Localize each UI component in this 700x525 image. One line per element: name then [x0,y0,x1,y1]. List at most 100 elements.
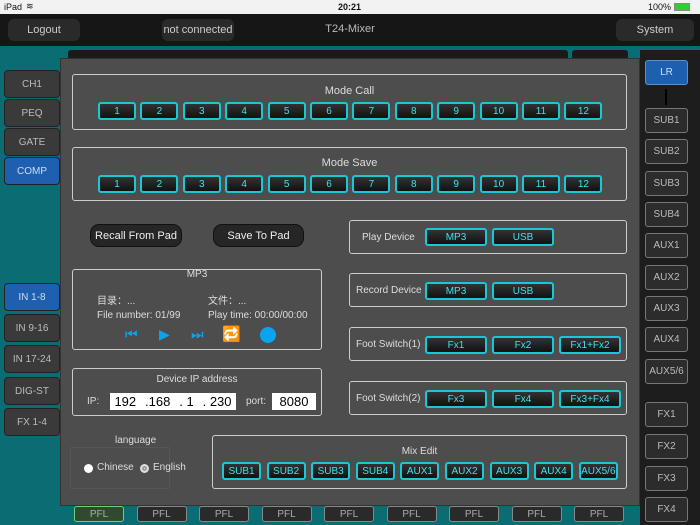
right-nav-sub2[interactable]: SUB2 [645,139,688,164]
nav-in-1-8[interactable]: IN 1-8 [4,283,60,311]
mode-call-button-4[interactable]: 4 [225,102,264,120]
record-device-button-usb[interactable]: USB [492,282,554,300]
mode-save-button-11[interactable]: 11 [522,175,560,193]
mix-edit-button-aux5-6[interactable]: AUX5/6 [578,462,618,480]
mode-call-button-1[interactable]: 1 [98,102,136,120]
mode-save-title: Mode Save [321,157,378,169]
repeat-icon[interactable]: 🔁 [222,325,241,343]
foot2-button-fx3-fx4[interactable]: Fx3+Fx4 [559,390,621,408]
system-button[interactable]: System [616,19,694,41]
mode-save-button-6[interactable]: 6 [310,175,348,193]
mix-edit-button-aux3[interactable]: AUX3 [489,462,529,480]
recall-from-pad-button[interactable]: Recall From Pad [90,224,182,247]
port-input[interactable]: 8080 [272,393,316,410]
mix-edit-button-sub1[interactable]: SUB1 [222,462,261,480]
mode-save-button-1[interactable]: 1 [98,175,136,193]
pfl-button[interactable]: PFL [261,506,312,522]
right-nav-aux4[interactable]: AUX4 [645,327,688,352]
right-nav-fx3[interactable]: FX3 [645,466,688,491]
record-device-button-mp3[interactable]: MP3 [425,282,487,300]
foot1-button-fx1-fx2[interactable]: Fx1+Fx2 [559,336,621,354]
status-bar: iPad ≋ 20:21 100% [0,0,700,14]
right-nav-sub4[interactable]: SUB4 [645,202,688,227]
mode-save-button-7[interactable]: 7 [352,175,391,193]
mp3-panel: MP3 目录：... 文件：... File number: 01/99 Pla… [72,269,322,350]
radio-chinese[interactable] [84,464,93,473]
foot2-button-fx3[interactable]: Fx3 [425,390,487,408]
nav-comp[interactable]: COMP [4,157,60,185]
mix-edit-button-sub4[interactable]: SUB4 [355,462,395,480]
play-device-panel: Play Device [349,220,627,254]
pfl-button[interactable]: PFL [449,506,499,522]
foot1-button-fx1[interactable]: Fx1 [425,336,487,354]
pfl-button[interactable]: PFL [199,506,249,522]
right-nav-aux5-6[interactable]: AUX5/6 [645,359,688,384]
foot2-button-fx4[interactable]: Fx4 [492,390,554,408]
ip-input[interactable]: 192 .168 . 1 . 230 [110,393,236,410]
play-icon[interactable]: ▶ [159,326,170,343]
divider [665,89,667,105]
port-label: port: [246,396,267,407]
mix-edit-button-sub3[interactable]: SUB3 [311,462,351,480]
ip-label: IP: [87,396,100,407]
mode-save-button-5[interactable]: 5 [267,175,306,193]
play-device-button-usb[interactable]: USB [492,228,554,246]
right-nav-aux3[interactable]: AUX3 [645,296,688,321]
pfl-button[interactable]: PFL [574,506,624,522]
nav-peq[interactable]: PEQ [4,99,60,127]
save-to-pad-button[interactable]: Save To Pad [213,224,304,247]
mode-call-button-9[interactable]: 9 [437,102,476,120]
foot1-button-fx2[interactable]: Fx2 [492,336,554,354]
mode-save-button-10[interactable]: 10 [479,175,518,193]
battery-icon [674,3,690,11]
pfl-button[interactable]: PFL [136,506,187,522]
mode-call-button-3[interactable]: 3 [182,102,221,120]
nav-in-9-16[interactable]: IN 9-16 [4,314,60,342]
nav-fx-1-4[interactable]: FX 1-4 [4,408,60,436]
mode-save-button-4[interactable]: 4 [225,175,264,193]
mode-save-button-2[interactable]: 2 [140,175,179,193]
foot-switch-1-label: Foot Switch(1) [356,339,421,350]
right-nav-aux1[interactable]: AUX1 [645,233,688,258]
right-nav-fx4[interactable]: FX4 [645,497,688,522]
pfl-button[interactable]: PFL [74,506,124,522]
radio-english[interactable] [140,464,149,473]
mode-call-button-8[interactable]: 8 [394,102,433,120]
nav-gate[interactable]: GATE [4,128,60,156]
previous-icon[interactable]: ⏮ [125,326,138,343]
right-nav-sub3[interactable]: SUB3 [645,171,688,196]
nav-dig-st[interactable]: DIG-ST [4,377,60,405]
mode-call-button-5[interactable]: 5 [267,102,306,120]
mode-call-button-6[interactable]: 6 [310,102,348,120]
right-nav-aux2[interactable]: AUX2 [645,265,688,290]
mode-call-button-12[interactable]: 12 [564,102,603,120]
right-nav-fx1[interactable]: FX1 [645,402,688,427]
mode-call-button-2[interactable]: 2 [140,102,179,120]
record-icon[interactable] [260,327,276,343]
mode-call-button-10[interactable]: 10 [479,102,518,120]
nav-in-17-24[interactable]: IN 17-24 [4,345,60,373]
nav-ch1[interactable]: CH1 [4,70,60,98]
mode-save-button-8[interactable]: 8 [394,175,433,193]
pfl-button[interactable]: PFL [324,506,374,522]
pfl-button[interactable]: PFL [386,506,437,522]
mode-call-button-7[interactable]: 7 [352,102,391,120]
record-device-panel: Record Device [349,273,627,307]
play-time: Play time: 00:00/00:00 [208,310,308,321]
right-nav-fx2[interactable]: FX2 [645,434,688,459]
pfl-button[interactable]: PFL [511,506,562,522]
mix-edit-button-sub2[interactable]: SUB2 [266,462,306,480]
mode-save-button-12[interactable]: 12 [564,175,603,193]
play-device-label: Play Device [362,232,415,243]
mode-save-button-3[interactable]: 3 [182,175,221,193]
play-device-button-mp3[interactable]: MP3 [425,228,487,246]
logout-button[interactable]: Logout [8,19,80,41]
right-nav-lr[interactable]: LR [645,60,688,85]
mix-edit-button-aux2[interactable]: AUX2 [445,462,484,480]
mode-call-button-11[interactable]: 11 [522,102,560,120]
mix-edit-button-aux4[interactable]: AUX4 [534,462,574,480]
mode-save-button-9[interactable]: 9 [437,175,476,193]
right-nav-sub1[interactable]: SUB1 [645,108,688,133]
mix-edit-button-aux1[interactable]: AUX1 [400,462,440,480]
next-icon[interactable]: ⏭ [191,326,204,343]
